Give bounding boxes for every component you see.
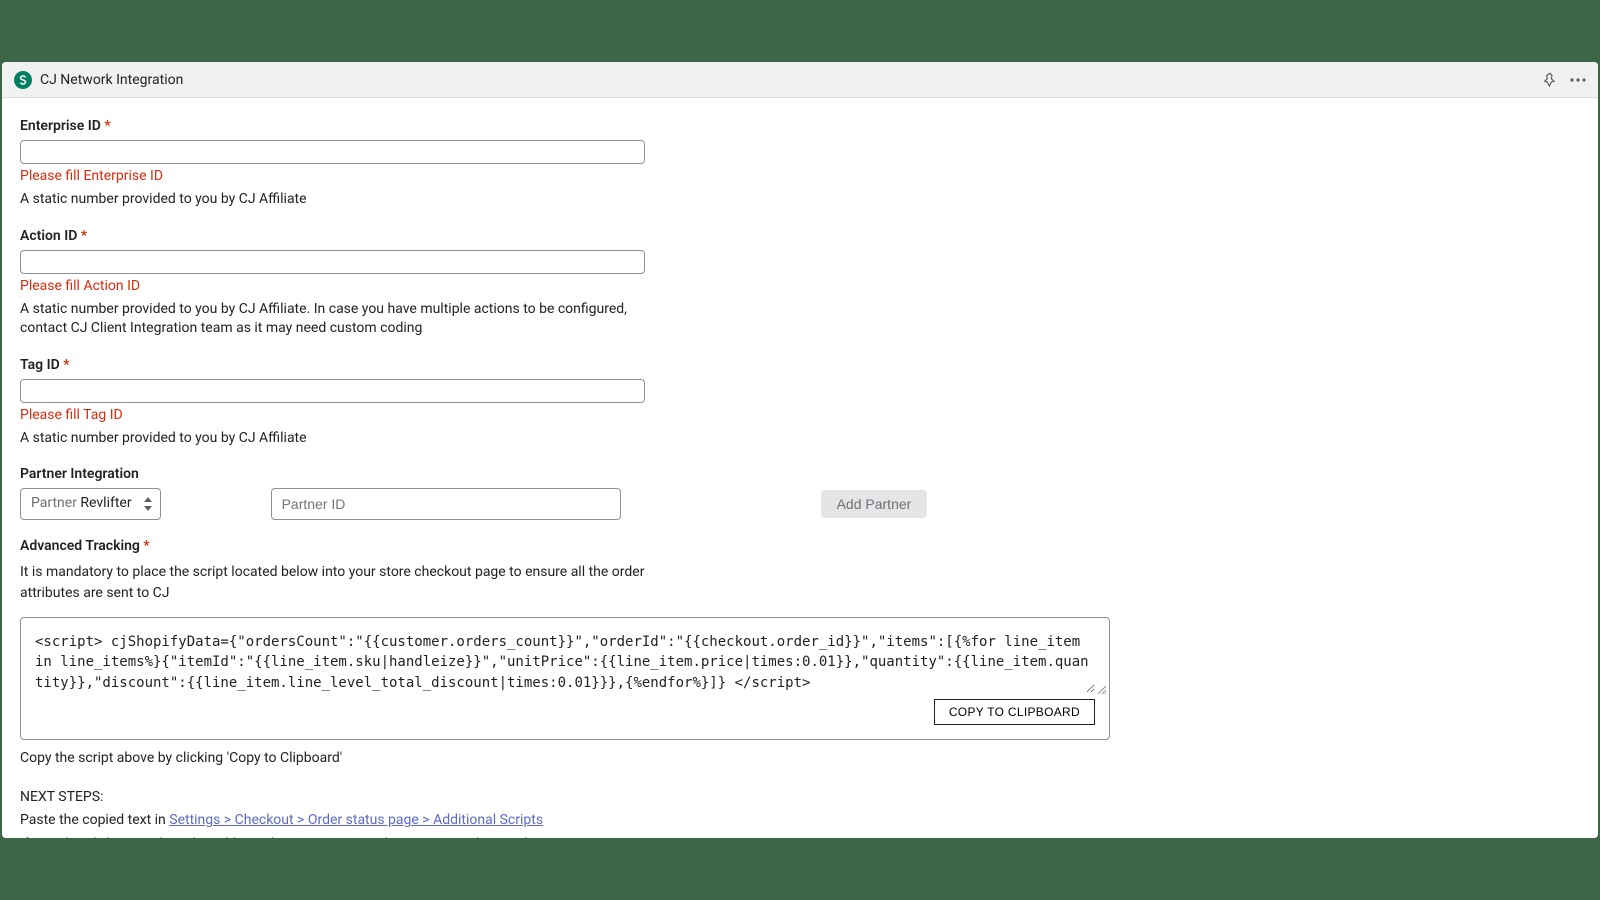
header-left: CJ Network Integration bbox=[14, 71, 1542, 89]
app-logo-icon bbox=[14, 71, 32, 89]
action-id-error: Please fill Action ID bbox=[20, 278, 645, 294]
required-asterisk: * bbox=[81, 228, 87, 244]
app-title: CJ Network Integration bbox=[40, 72, 183, 88]
script-textarea[interactable]: <script> cjShopifyData={"ordersCount":"{… bbox=[35, 632, 1095, 693]
tag-id-field: Tag ID * Please fill Tag ID A static num… bbox=[20, 357, 645, 449]
action-id-label: Action ID * bbox=[20, 228, 645, 244]
app-header: CJ Network Integration bbox=[2, 62, 1598, 98]
enterprise-id-label: Enterprise ID * bbox=[20, 118, 645, 134]
copy-button-wrap: COPY TO CLIPBOARD bbox=[35, 699, 1095, 725]
copy-help-text: Copy the script above by clicking 'Copy … bbox=[20, 750, 1580, 766]
advanced-tracking-label: Advanced Tracking * bbox=[20, 538, 150, 554]
advanced-tracking-section: Advanced Tracking * It is mandatory to p… bbox=[20, 538, 1580, 765]
app-frame: CJ Network Integration Enterprise ID * P… bbox=[2, 62, 1598, 838]
partner-integration-field: Partner Integration Partner Revlifter Ad… bbox=[20, 466, 1580, 520]
action-id-input[interactable] bbox=[20, 250, 645, 274]
next-steps-section: NEXT STEPS: Paste the copied text in Set… bbox=[20, 788, 1580, 838]
enterprise-id-help: A static number provided to you by CJ Af… bbox=[20, 190, 645, 210]
required-asterisk: * bbox=[104, 118, 110, 134]
partner-id-input[interactable] bbox=[271, 488, 621, 520]
resize-handle-icon[interactable] bbox=[1097, 685, 1107, 695]
pin-icon[interactable] bbox=[1542, 72, 1558, 88]
tag-id-input[interactable] bbox=[20, 379, 645, 403]
enterprise-id-field: Enterprise ID * Please fill Enterprise I… bbox=[20, 118, 645, 210]
next-steps-line2: If you already have code in the Addition… bbox=[20, 835, 1580, 838]
copy-to-clipboard-button[interactable]: COPY TO CLIPBOARD bbox=[934, 699, 1095, 725]
next-steps-line1: Paste the copied text in Settings > Chec… bbox=[20, 811, 1580, 831]
enterprise-id-error: Please fill Enterprise ID bbox=[20, 168, 645, 184]
header-right bbox=[1542, 72, 1586, 88]
partner-select-wrap: Partner Revlifter bbox=[20, 488, 161, 520]
action-id-help: A static number provided to you by CJ Af… bbox=[20, 300, 645, 339]
partner-integration-label: Partner Integration bbox=[20, 466, 1580, 482]
partner-select[interactable]: Partner Revlifter bbox=[20, 488, 161, 520]
form-content: Enterprise ID * Please fill Enterprise I… bbox=[2, 98, 1598, 838]
partner-row: Partner Revlifter Add Partner bbox=[20, 488, 1580, 520]
enterprise-id-input[interactable] bbox=[20, 140, 645, 164]
tag-id-error: Please fill Tag ID bbox=[20, 407, 645, 423]
more-icon[interactable] bbox=[1570, 78, 1586, 82]
settings-checkout-link[interactable]: Settings > Checkout > Order status page … bbox=[169, 812, 543, 828]
advanced-tracking-help: It is mandatory to place the script loca… bbox=[20, 562, 665, 603]
script-box: <script> cjShopifyData={"ordersCount":"{… bbox=[20, 617, 1110, 740]
required-asterisk: * bbox=[63, 357, 69, 373]
required-asterisk: * bbox=[143, 538, 149, 554]
next-steps-heading: NEXT STEPS: bbox=[20, 788, 1580, 808]
tag-id-help: A static number provided to you by CJ Af… bbox=[20, 429, 645, 449]
action-id-field: Action ID * Please fill Action ID A stat… bbox=[20, 228, 645, 339]
add-partner-button[interactable]: Add Partner bbox=[821, 490, 928, 518]
tag-id-label: Tag ID * bbox=[20, 357, 645, 373]
